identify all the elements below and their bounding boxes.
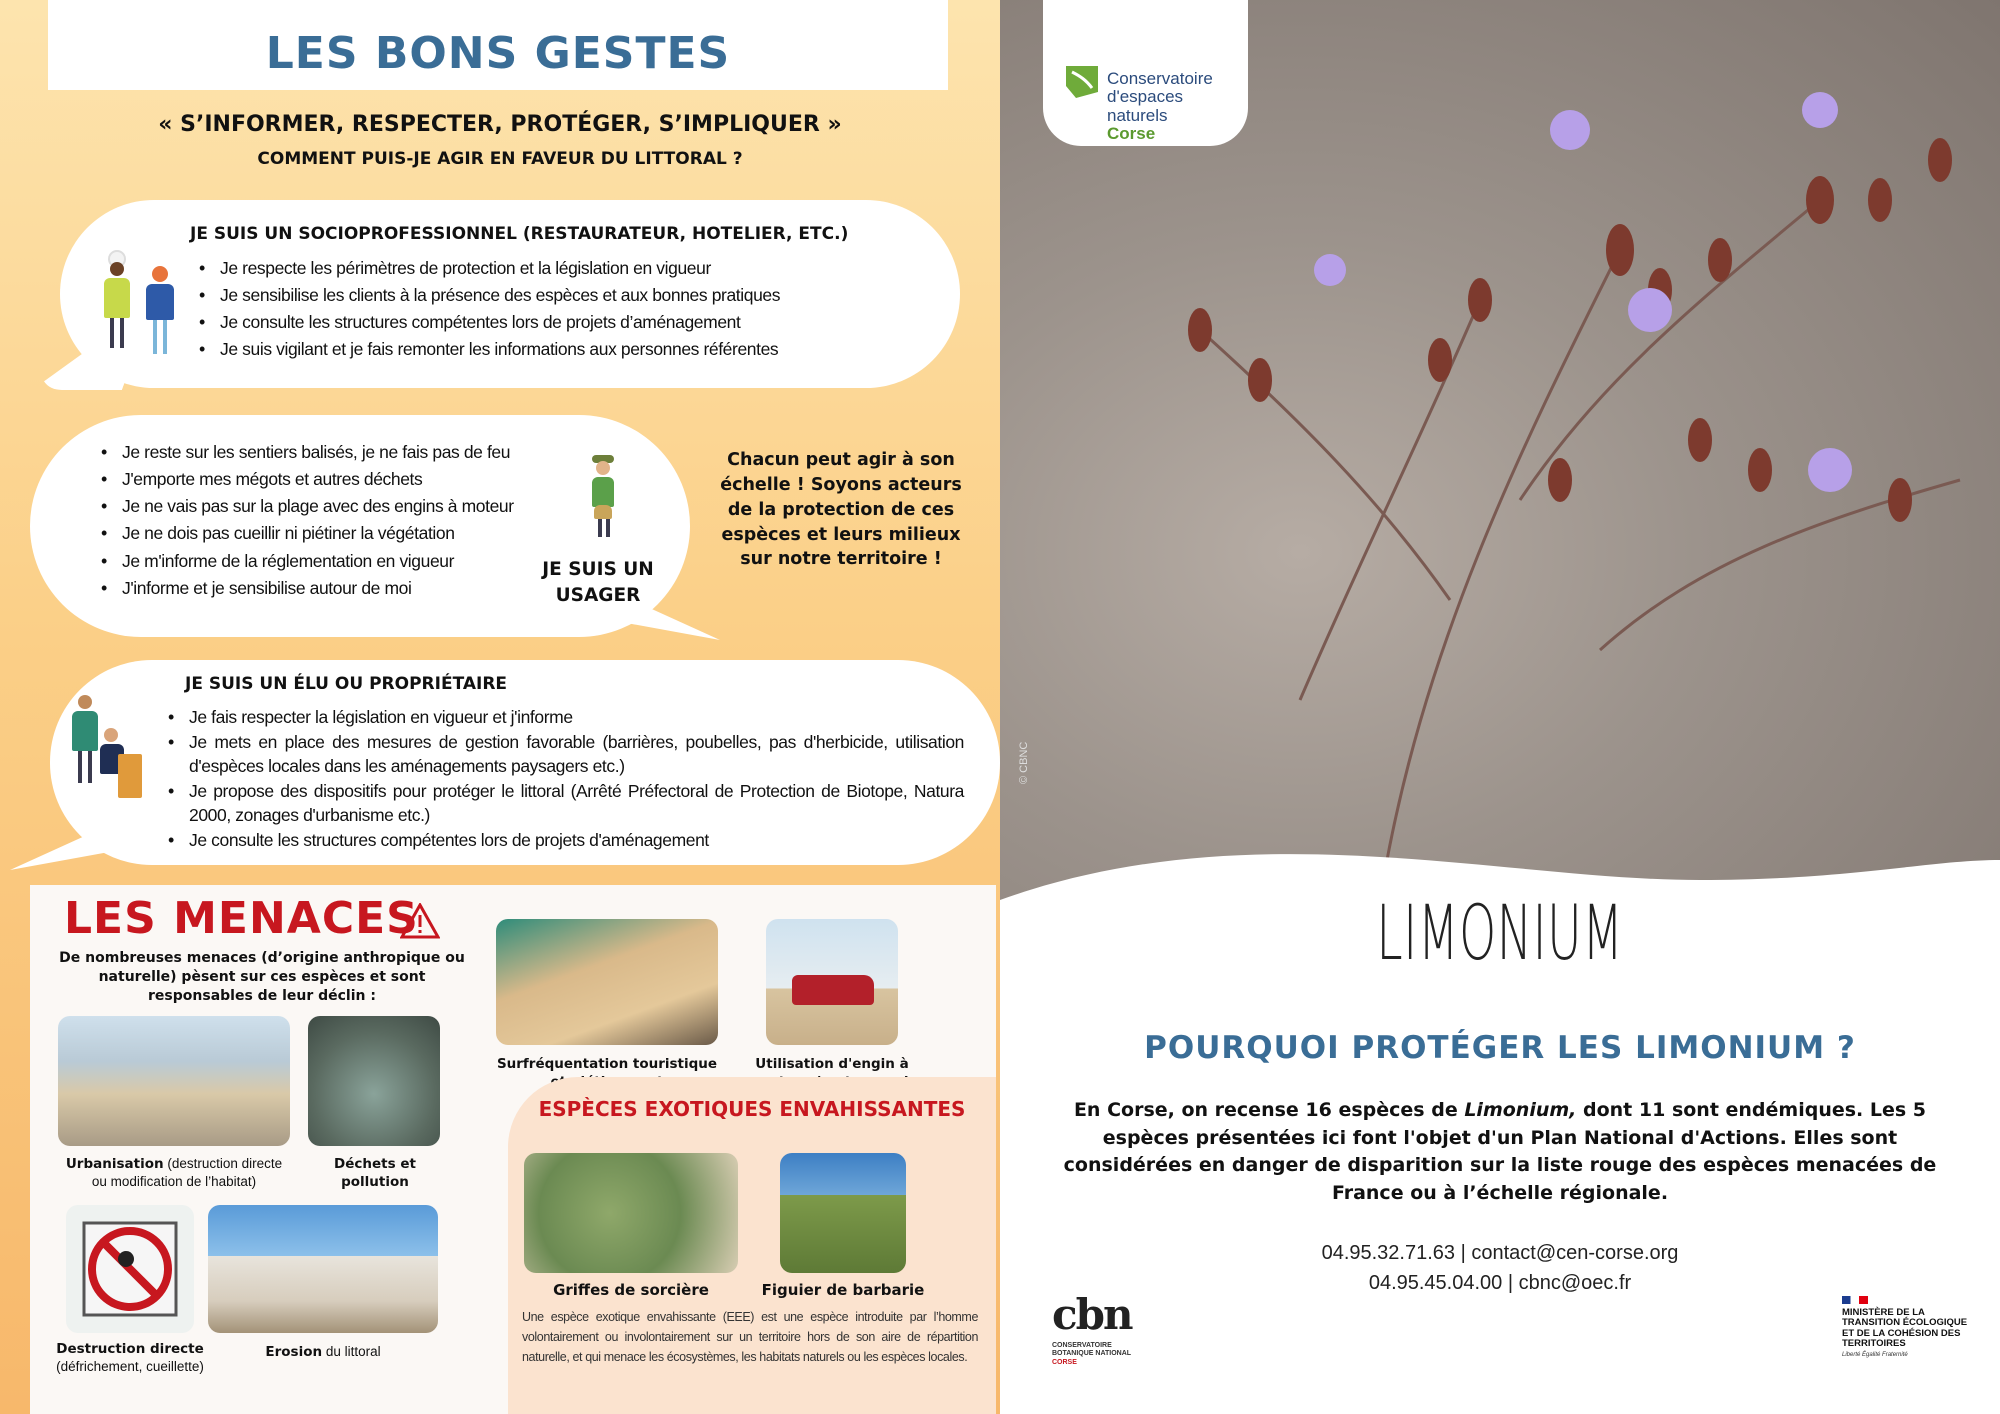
list-item: Je sensibilise les clients à la présence…	[195, 282, 780, 310]
list-item: Je mets en place des mesures de gestion …	[164, 730, 964, 779]
slogan: « S’INFORMER, RESPECTER, PROTÉGER, S’IMP…	[158, 112, 842, 137]
vehicle-shape	[792, 975, 874, 1005]
surfrequentation-photo	[496, 919, 718, 1045]
subslogan: COMMENT PUIS-JE AGIR EN FAVEUR DU LITTOR…	[257, 149, 743, 169]
cen-logo-icon	[1066, 66, 1098, 98]
bubble-socioprofessionnel: JE SUIS UN SOCIOPROFESSIONNEL (RESTAURAT…	[60, 200, 960, 388]
usager-list: Je reste sur les sentiers balisés, je ne…	[97, 439, 514, 603]
elu-heading: JE SUIS UN ÉLU OU PROPRIÉTAIRE	[185, 674, 508, 694]
marianne-flag-icon	[1842, 1296, 1868, 1304]
contact-cbnc[interactable]: 04.95.45.04.00 | cbnc@oec.fr	[1000, 1272, 2000, 1295]
list-item: Je consulte les structures compétentes l…	[164, 828, 964, 853]
list-item: Je suis vigilant et je fais remonter les…	[195, 336, 780, 364]
figuier-photo	[780, 1153, 906, 1273]
engin-photo	[766, 919, 898, 1045]
figuier-caption: Figuier de barbarie	[761, 1281, 925, 1299]
ministere-logo: MINISTÈRE DE LA TRANSITION ÉCOLOGIQUE ET…	[1842, 1296, 1972, 1358]
urbanisation-photo	[58, 1016, 290, 1146]
usager-heading-line1: JE SUIS UN	[542, 559, 654, 580]
list-item: Je m'informe de la réglementation en vig…	[97, 548, 514, 576]
list-item: Je respecte les périmètres de protection…	[195, 255, 780, 283]
urbanisation-caption: Urbanisation (destruction directe ou mod…	[65, 1156, 283, 1190]
title-box: LES BONS GESTES	[48, 0, 948, 90]
description: En Corse, on recense 16 espèces de Limon…	[1063, 1099, 1937, 1204]
dechets-caption: Déchets et pollution	[334, 1156, 416, 1191]
logo-line: d'espaces naturels	[1107, 87, 1184, 125]
photo-credit: © CBNC	[1018, 741, 1030, 784]
socio-list: Je respecte les périmètres de protection…	[195, 255, 780, 364]
list-item: J'informe et je sensibilise autour de mo…	[97, 575, 514, 603]
species-title: LIMONIUM	[1376, 888, 1624, 977]
left-panel: LES BONS GESTES « S’INFORMER, RESPECTER,…	[0, 0, 1000, 1414]
dechets-photo	[308, 1016, 440, 1146]
list-item: Je propose des dispositifs pour protéger…	[164, 779, 964, 828]
griffes-photo	[524, 1153, 738, 1273]
erosion-caption: Erosion du littoral	[265, 1344, 381, 1360]
destruction-caption: Destruction directe (défrichement, cueill…	[56, 1341, 204, 1375]
destruction-photo	[66, 1205, 194, 1333]
menaces-intro: De nombreuses menaces (d’origine anthrop…	[59, 950, 465, 1004]
elu-list: Je fais respecter la législation en vigu…	[164, 705, 964, 852]
list-item: Je ne dois pas cueillir ni piétiner la v…	[97, 520, 514, 548]
cbn-logo: cbn CONSERVATOIRE BOTANIQUE NATIONAL COR…	[1050, 1290, 1150, 1370]
page-title: LES BONS GESTES	[265, 28, 731, 79]
cen-logo: Conservatoire d'espaces naturels Corse	[1043, 0, 1248, 146]
logo-line: Corse	[1107, 124, 1156, 144]
eee-title: ESPÈCES EXOTIQUES ENVAHISSANTES	[538, 1097, 966, 1121]
warning-icon	[400, 903, 440, 939]
ministere-motto: Liberté Égalité Fraternité	[1842, 1351, 1908, 1358]
ministere-text: MINISTÈRE DE LA TRANSITION ÉCOLOGIQUE ET…	[1842, 1307, 1968, 1350]
bubble-elu: JE SUIS UN ÉLU OU PROPRIÉTAIRE Je fais r…	[50, 660, 1000, 865]
erosion-photo	[208, 1205, 438, 1333]
usager-heading: JE SUIS UN USAGER	[528, 557, 668, 609]
list-item: J'emporte mes mégots et autres déchets	[97, 466, 514, 494]
logo-line: Conservatoire	[1107, 69, 1213, 88]
no-picking-icon	[82, 1221, 178, 1317]
usager-heading-line2: USAGER	[555, 584, 641, 606]
right-panel: Conservatoire d'espaces naturels Corse L…	[1000, 0, 2000, 1414]
cbn-logo-text: CONSERVATOIRE BOTANIQUE NATIONAL CORSE	[1052, 1342, 1132, 1366]
socio-heading: JE SUIS UN SOCIOPROFESSIONNEL (RESTAURAT…	[190, 224, 849, 244]
contact-cen[interactable]: 04.95.32.71.63 | contact@cen-corse.org	[1000, 1242, 2000, 1265]
list-item: Je reste sur les sentiers balisés, je ne…	[97, 439, 514, 467]
section-question: POURQUOI PROTÉGER LES LIMONIUM ?	[1144, 1030, 1856, 1066]
list-item: Je consulte les structures compétentes l…	[195, 309, 780, 337]
call-to-action: Chacun peut agir à son échelle ! Soyons …	[720, 450, 962, 570]
cen-logo-text: Conservatoire d'espaces naturels Corse	[1107, 69, 1248, 144]
list-item: Je fais respecter la législation en vigu…	[164, 705, 964, 730]
list-item: Je ne vais pas sur la plage avec des eng…	[97, 493, 514, 521]
cbn-logo-mark: cbn	[1052, 1290, 1133, 1339]
menaces-title: LES MENACES	[64, 893, 419, 944]
griffes-caption: Griffes de sorcière	[553, 1281, 709, 1299]
eee-definition: Une espèce exotique envahissante (EEE) e…	[522, 1310, 978, 1364]
